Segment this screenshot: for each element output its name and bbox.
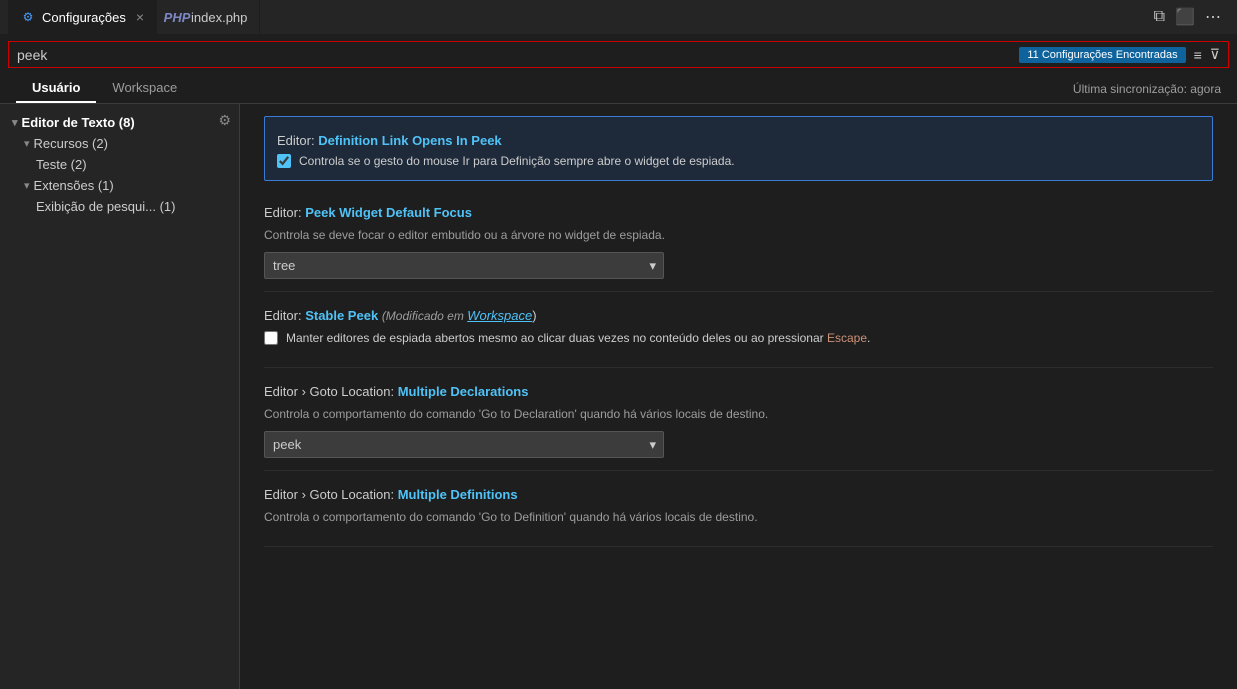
setting-stable-peek: Editor: Stable Peek (Modificado em Works… [264, 292, 1213, 368]
definition-link-checkbox-row: Controla se o gesto do mouse Ir para Def… [277, 154, 1200, 168]
content-area: ⚙ ▾ Editor de Texto (8) ▾ Recursos (2) T… [0, 104, 1237, 689]
peek-widget-dropdown[interactable]: tree editor [264, 252, 664, 279]
more-actions-icon[interactable]: ⋯ [1205, 7, 1221, 27]
sidebar: ⚙ ▾ Editor de Texto (8) ▾ Recursos (2) T… [0, 104, 240, 689]
layout-icon[interactable]: ⬛ [1175, 7, 1195, 27]
sidebar-item-teste[interactable]: Teste (2) [0, 154, 239, 175]
stable-peek-checkbox-row: Manter editores de espiada abertos mesmo… [264, 329, 1213, 347]
tab-bar: ⚙ Configurações × PHP index.php ⧉ ⬛ ⋯ [0, 0, 1237, 35]
tab-configuracoes[interactable]: ⚙ Configurações × [8, 0, 157, 35]
setting-peek-widget-desc: Controla se deve focar o editor embutido… [264, 226, 1213, 244]
sidebar-item-editor-text[interactable]: ▾ Editor de Texto (8) [0, 112, 239, 133]
setting-goto-declarations: Editor › Goto Location: Multiple Declara… [264, 368, 1213, 471]
goto-declarations-dropdown-wrapper: peek gotoAndPeek goto [264, 431, 664, 458]
setting-definition-link-title: Editor: Definition Link Opens In Peek [277, 133, 1200, 148]
sidebar-item-recursos[interactable]: ▾ Recursos (2) [0, 133, 239, 154]
stable-peek-checkbox-label: Manter editores de espiada abertos mesmo… [286, 329, 870, 347]
sidebar-gear-icon[interactable]: ⚙ [218, 112, 231, 129]
filter-list-icon[interactable]: ≡ [1194, 47, 1202, 63]
settings-tab-list: Usuário Workspace [16, 74, 193, 103]
tab-indexphp-label: index.php [191, 10, 247, 25]
tab-configuracoes-label: Configurações [42, 10, 126, 25]
setting-goto-definitions-title: Editor › Goto Location: Multiple Definit… [264, 487, 1213, 502]
setting-peek-widget-focus: Editor: Peek Widget Default Focus Contro… [264, 189, 1213, 292]
tab-bar-actions: ⧉ ⬛ ⋯ [1154, 7, 1221, 27]
setting-goto-definitions: Editor › Goto Location: Multiple Definit… [264, 471, 1213, 547]
settings-file-icon: ⚙ [20, 9, 36, 25]
stable-peek-checkbox[interactable] [264, 331, 278, 345]
sidebar-item-extensoes[interactable]: ▾ Extensões (1) [0, 175, 239, 196]
search-input[interactable] [17, 47, 1011, 63]
chevron-down-icon: ▾ [24, 137, 30, 150]
chevron-down-icon: ▾ [12, 116, 18, 129]
settings-tabs: Usuário Workspace Última sincronização: … [0, 74, 1237, 104]
setting-definition-link: Editor: Definition Link Opens In Peek Co… [264, 116, 1213, 181]
peek-widget-dropdown-wrapper: tree editor [264, 252, 664, 279]
definition-link-checkbox[interactable] [277, 154, 291, 168]
setting-goto-declarations-desc: Controla o comportamento do comando 'Go … [264, 405, 1213, 423]
tab-close-button[interactable]: × [136, 9, 144, 25]
chevron-down-icon: ▾ [24, 179, 30, 192]
setting-stable-peek-desc: Manter editores de espiada abertos mesmo… [264, 329, 1213, 347]
setting-goto-definitions-desc: Controla o comportamento do comando 'Go … [264, 508, 1213, 526]
escape-link: Escape [827, 331, 867, 345]
goto-declarations-dropdown-container: peek gotoAndPeek goto [264, 431, 1213, 458]
main-container: 11 Configurações Encontradas ≡ ⊽ Usuário… [0, 35, 1237, 689]
setting-stable-peek-title: Editor: Stable Peek (Modificado em Works… [264, 308, 1213, 323]
peek-widget-dropdown-container: tree editor [264, 252, 1213, 279]
filter-funnel-icon[interactable]: ⊽ [1210, 46, 1220, 63]
tab-indexphp[interactable]: PHP index.php [157, 0, 260, 35]
setting-goto-declarations-title: Editor › Goto Location: Multiple Declara… [264, 384, 1213, 399]
search-bar: 11 Configurações Encontradas ≡ ⊽ [8, 41, 1229, 68]
goto-declarations-dropdown[interactable]: peek gotoAndPeek goto [264, 431, 664, 458]
sync-status: Última sincronização: agora [1073, 82, 1221, 96]
php-file-icon: PHP [169, 9, 185, 25]
tab-workspace[interactable]: Workspace [96, 74, 193, 103]
split-editor-icon[interactable]: ⧉ [1154, 8, 1165, 26]
workspace-link[interactable]: Workspace [467, 308, 532, 323]
setting-peek-widget-title: Editor: Peek Widget Default Focus [264, 205, 1213, 220]
definition-link-checkbox-label: Controla se o gesto do mouse Ir para Def… [299, 154, 735, 168]
settings-content: Editor: Definition Link Opens In Peek Co… [240, 104, 1237, 689]
sidebar-item-exibicao[interactable]: Exibição de pesqui... (1) [0, 196, 239, 217]
tab-list: ⚙ Configurações × PHP index.php [8, 0, 260, 35]
search-results-badge: 11 Configurações Encontradas [1019, 47, 1185, 63]
tab-usuario[interactable]: Usuário [16, 74, 96, 103]
